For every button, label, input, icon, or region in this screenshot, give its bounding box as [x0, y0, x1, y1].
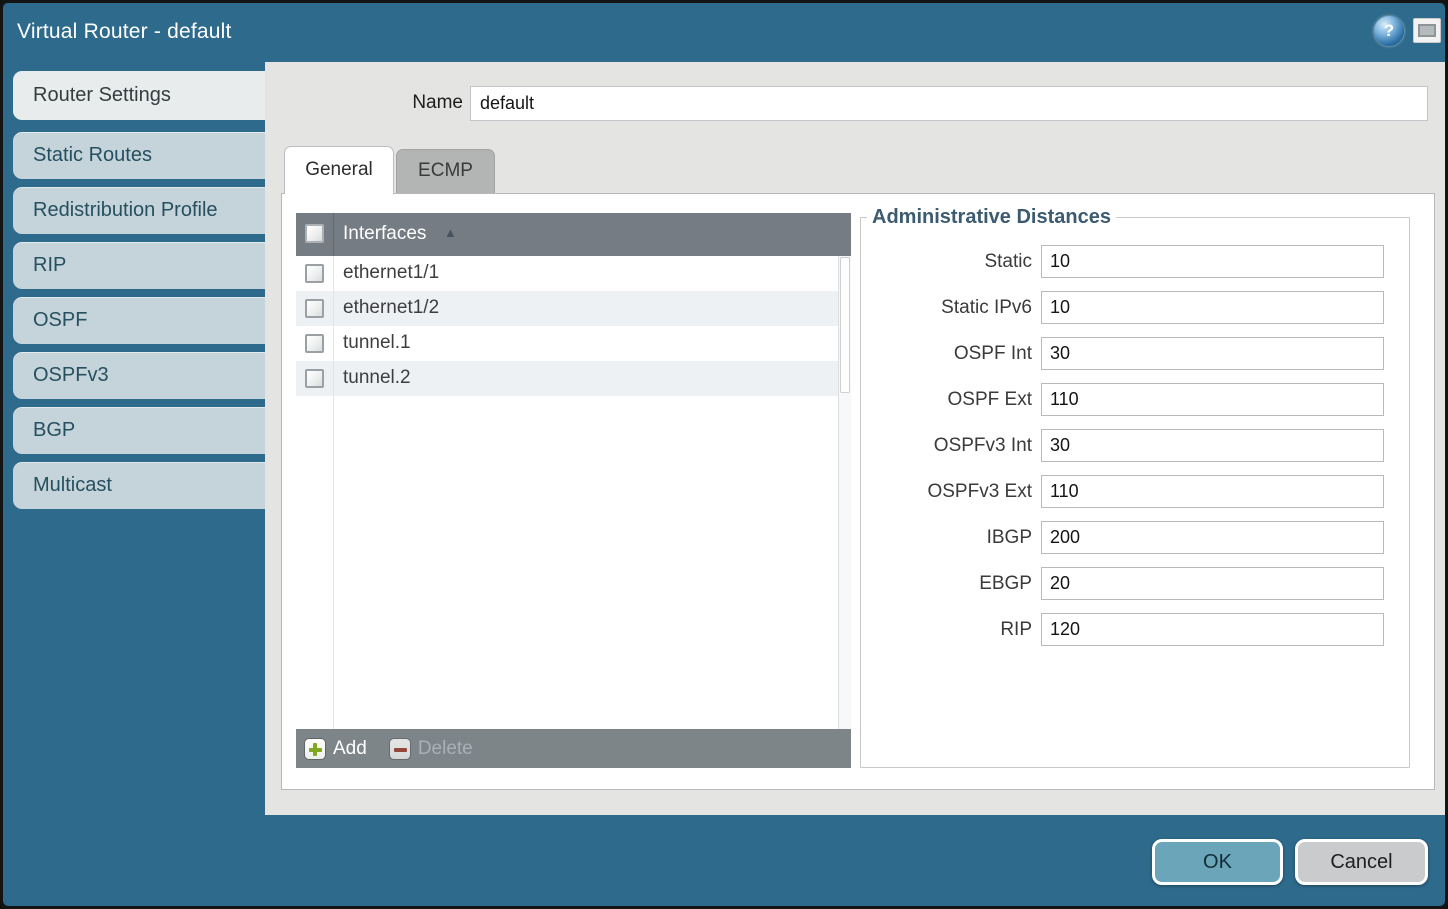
- tab-general[interactable]: General: [284, 146, 394, 194]
- administrative-distances-group: Administrative Distances Static Static I…: [860, 206, 1410, 768]
- admin-distance-row: OSPF Int: [861, 337, 1409, 370]
- sidebar-item-ospfv3[interactable]: OSPFv3: [13, 352, 265, 399]
- ebgp-input[interactable]: [1041, 567, 1384, 600]
- interfaces-column-header: Interfaces: [343, 223, 426, 245]
- row-checkbox[interactable]: [305, 334, 324, 353]
- dialog-title: Virtual Router - default: [17, 20, 232, 44]
- ebgp-label: EBGP: [861, 573, 1041, 595]
- row-checkbox[interactable]: [305, 299, 324, 318]
- admin-distance-row: EBGP: [861, 567, 1409, 600]
- titlebar: Virtual Router - default ?: [3, 3, 1445, 62]
- rip-label: RIP: [861, 619, 1041, 641]
- delete-minus-icon: [389, 738, 411, 760]
- interfaces-table-header[interactable]: Interfaces ▲: [296, 213, 851, 256]
- admin-distance-row: OSPFv3 Ext: [861, 475, 1409, 508]
- interfaces-table-footer: Add Delete: [296, 729, 851, 768]
- sidebar-item-router-settings[interactable]: Router Settings: [13, 71, 265, 120]
- ibgp-input[interactable]: [1041, 521, 1384, 554]
- ospfv3-int-input[interactable]: [1041, 429, 1384, 462]
- table-row[interactable]: tunnel.2: [296, 361, 851, 396]
- sidebar-item-multicast[interactable]: Multicast: [13, 462, 265, 509]
- ospfv3-ext-input[interactable]: [1041, 475, 1384, 508]
- row-checkbox[interactable]: [305, 369, 324, 388]
- interfaces-table-body: ethernet1/1 ethernet1/2 tunnel.1 tunnel.…: [296, 256, 851, 729]
- ospfv3-int-label: OSPFv3 Int: [861, 435, 1041, 457]
- ok-button[interactable]: OK: [1152, 839, 1283, 885]
- interface-name: tunnel.2: [343, 367, 411, 389]
- admin-distance-row: OSPF Ext: [861, 383, 1409, 416]
- add-plus-icon: [304, 738, 326, 760]
- static-ipv6-label: Static IPv6: [861, 297, 1041, 319]
- row-checkbox[interactable]: [305, 264, 324, 283]
- add-button[interactable]: Add: [304, 738, 367, 760]
- sidebar-item-redistribution-profile[interactable]: Redistribution Profile: [13, 187, 265, 234]
- delete-button-label: Delete: [418, 738, 473, 760]
- rip-input[interactable]: [1041, 613, 1384, 646]
- ospf-int-label: OSPF Int: [861, 343, 1041, 365]
- admin-distance-row: RIP: [861, 613, 1409, 646]
- virtual-router-dialog: Virtual Router - default ? Router Settin…: [0, 0, 1448, 909]
- admin-distance-row: IBGP: [861, 521, 1409, 554]
- sidebar-item-static-routes[interactable]: Static Routes: [13, 132, 265, 179]
- table-row[interactable]: ethernet1/2: [296, 291, 851, 326]
- administrative-distances-legend: Administrative Distances: [867, 206, 1116, 229]
- static-label: Static: [861, 251, 1041, 273]
- sidebar-item-bgp[interactable]: BGP: [13, 407, 265, 454]
- table-scrollbar[interactable]: [838, 256, 851, 729]
- delete-button[interactable]: Delete: [389, 738, 473, 760]
- name-input[interactable]: [470, 86, 1428, 121]
- table-row[interactable]: tunnel.1: [296, 326, 851, 361]
- interface-name: tunnel.1: [343, 332, 411, 354]
- sidebar-item-ospf[interactable]: OSPF: [13, 297, 265, 344]
- maximize-icon[interactable]: [1413, 18, 1441, 43]
- admin-distance-row: Static IPv6: [861, 291, 1409, 324]
- help-icon[interactable]: ?: [1374, 16, 1404, 46]
- static-ipv6-input[interactable]: [1041, 291, 1384, 324]
- ospf-ext-input[interactable]: [1041, 383, 1384, 416]
- sidebar-item-rip[interactable]: RIP: [13, 242, 265, 289]
- scrollbar-thumb[interactable]: [840, 257, 850, 393]
- admin-distance-row: OSPFv3 Int: [861, 429, 1409, 462]
- interfaces-table: Interfaces ▲ ethernet1/1 ethernet1/2 tun…: [296, 213, 851, 768]
- interface-name: ethernet1/1: [343, 262, 439, 284]
- tab-ecmp[interactable]: ECMP: [396, 149, 495, 193]
- ibgp-label: IBGP: [861, 527, 1041, 549]
- admin-distance-row: Static: [861, 245, 1409, 278]
- maximize-icon-glyph: [1418, 24, 1436, 37]
- ospfv3-ext-label: OSPFv3 Ext: [861, 481, 1041, 503]
- static-input[interactable]: [1041, 245, 1384, 278]
- column-separator: [333, 256, 334, 729]
- select-all-checkbox[interactable]: [305, 224, 324, 243]
- ospf-int-input[interactable]: [1041, 337, 1384, 370]
- interface-name: ethernet1/2: [343, 297, 439, 319]
- sort-ascending-icon: ▲: [444, 225, 457, 240]
- ospf-ext-label: OSPF Ext: [861, 389, 1041, 411]
- add-button-label: Add: [333, 738, 367, 760]
- table-row[interactable]: ethernet1/1: [296, 256, 851, 291]
- name-label: Name: [353, 92, 463, 114]
- cancel-button[interactable]: Cancel: [1295, 839, 1428, 885]
- column-separator: [333, 213, 334, 256]
